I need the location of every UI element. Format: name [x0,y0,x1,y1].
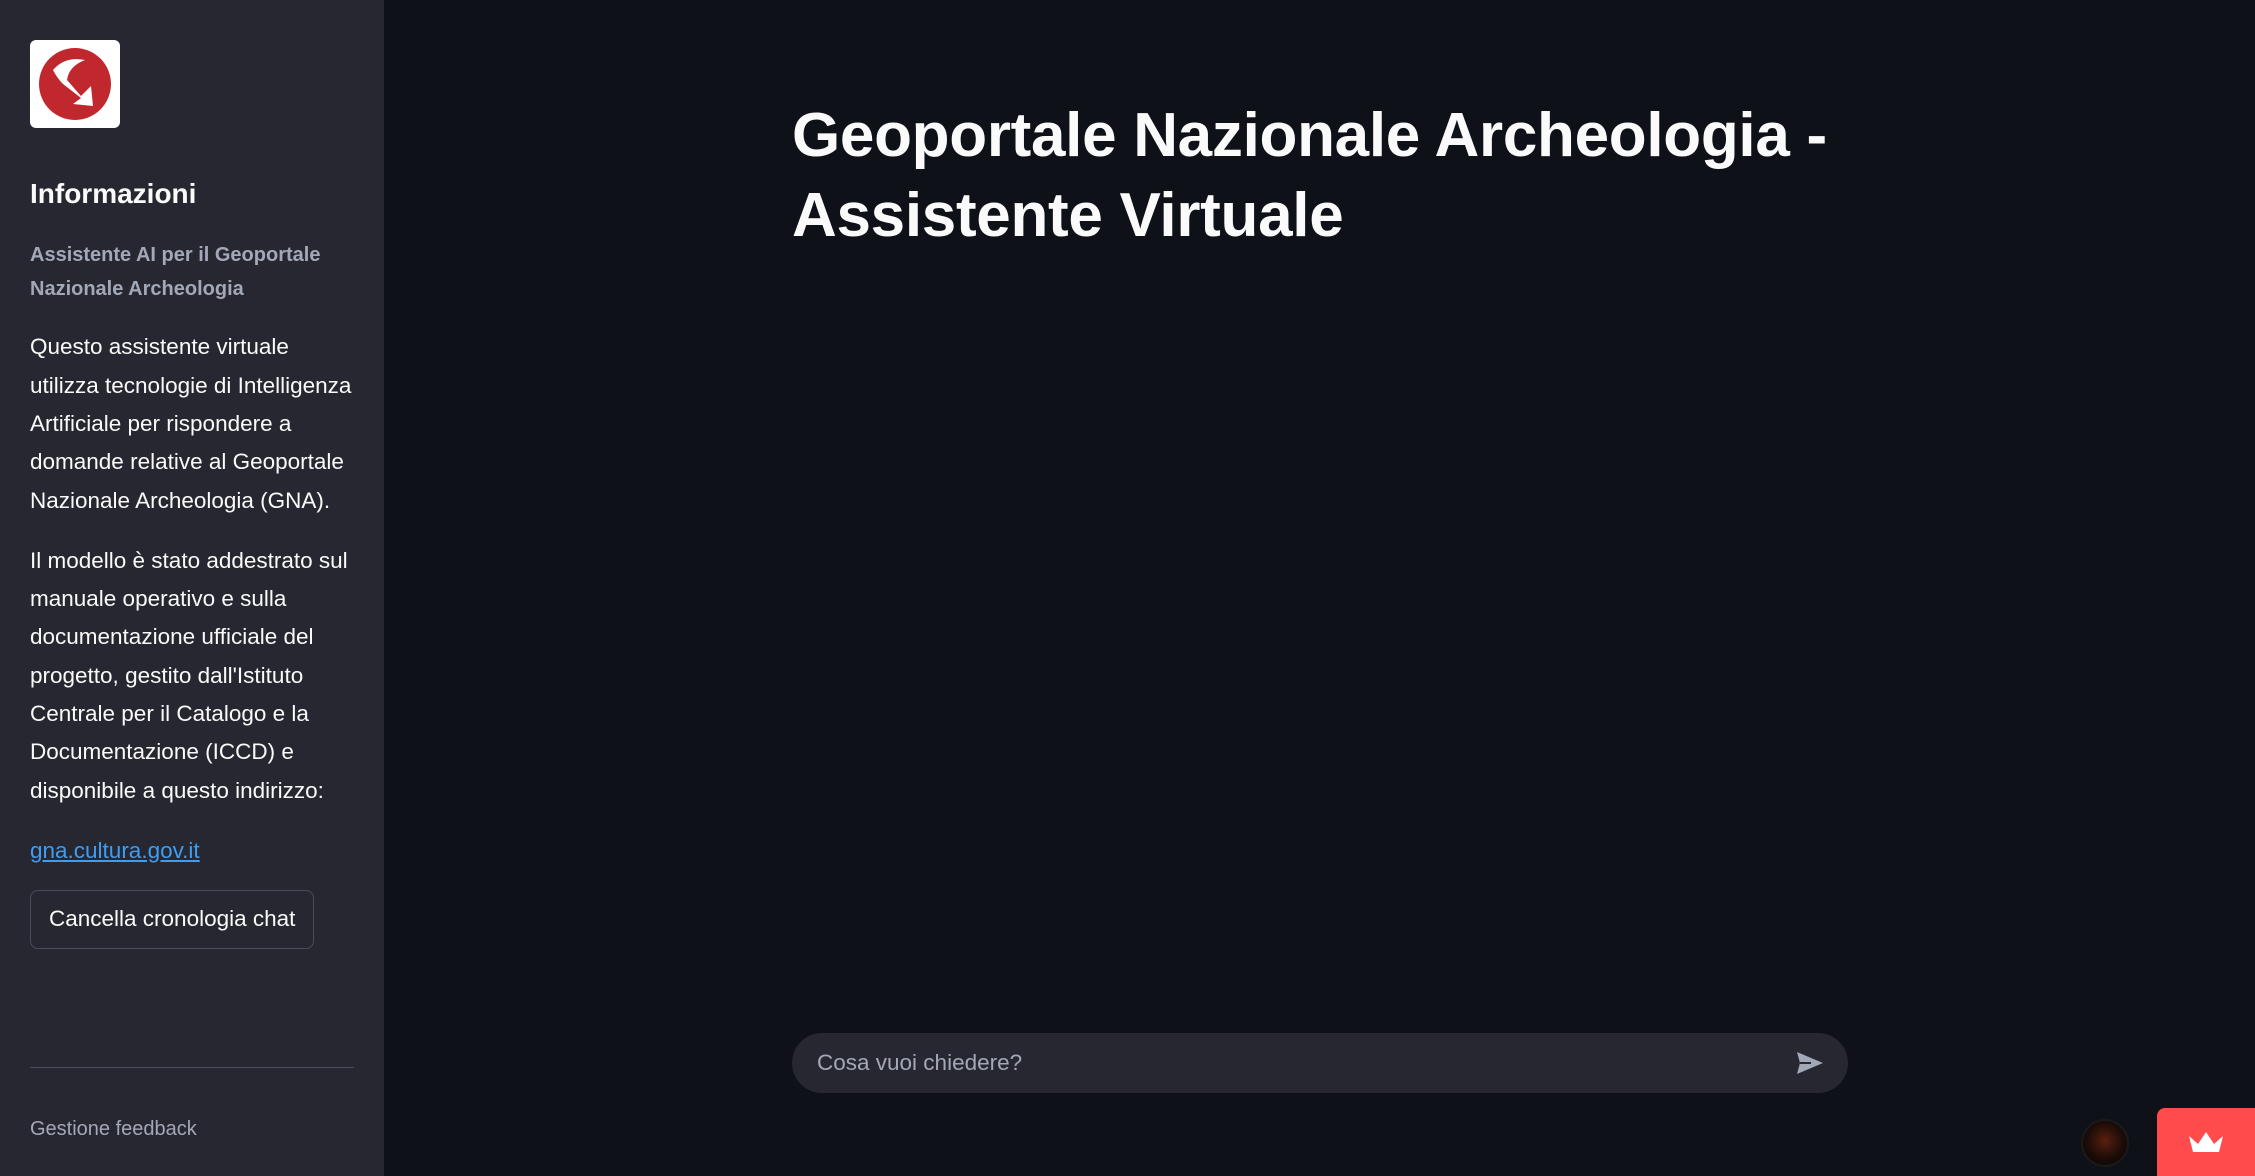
user-avatar[interactable] [2081,1119,2129,1167]
crown-icon [2189,1132,2223,1152]
send-icon [1797,1052,1823,1074]
send-button[interactable] [1792,1045,1828,1081]
sidebar-divider [30,1067,354,1068]
streamlit-badge[interactable] [2157,1108,2255,1176]
gna-logo-icon [39,48,111,120]
sidebar-heading: Informazioni [30,178,197,209]
sidebar: Informazioni Assistente AI per il Geopor… [0,0,384,1176]
gna-logo [30,40,120,128]
clear-chat-button[interactable]: Cancella cronologia chat [30,889,315,949]
app-root: Informazioni Assistente AI per il Geopor… [0,0,2255,1176]
sidebar-caption: Assistente AI per il Geoportale Nazional… [30,244,321,301]
gna-link[interactable]: gna.cultura.gov.it [30,832,200,870]
chat-input[interactable] [817,1050,1792,1076]
sidebar-paragraph-model: Il modello è stato addestrato sul manual… [30,547,348,803]
feedback-section-label[interactable]: Gestione feedback [30,1118,197,1141]
page-title: Geoportale Nazionale Archeologia - Assis… [792,101,1827,250]
sidebar-paragraph-intro: Questo assistente virtuale utilizza tecn… [30,334,352,513]
chat-input-bar [792,1033,1848,1093]
